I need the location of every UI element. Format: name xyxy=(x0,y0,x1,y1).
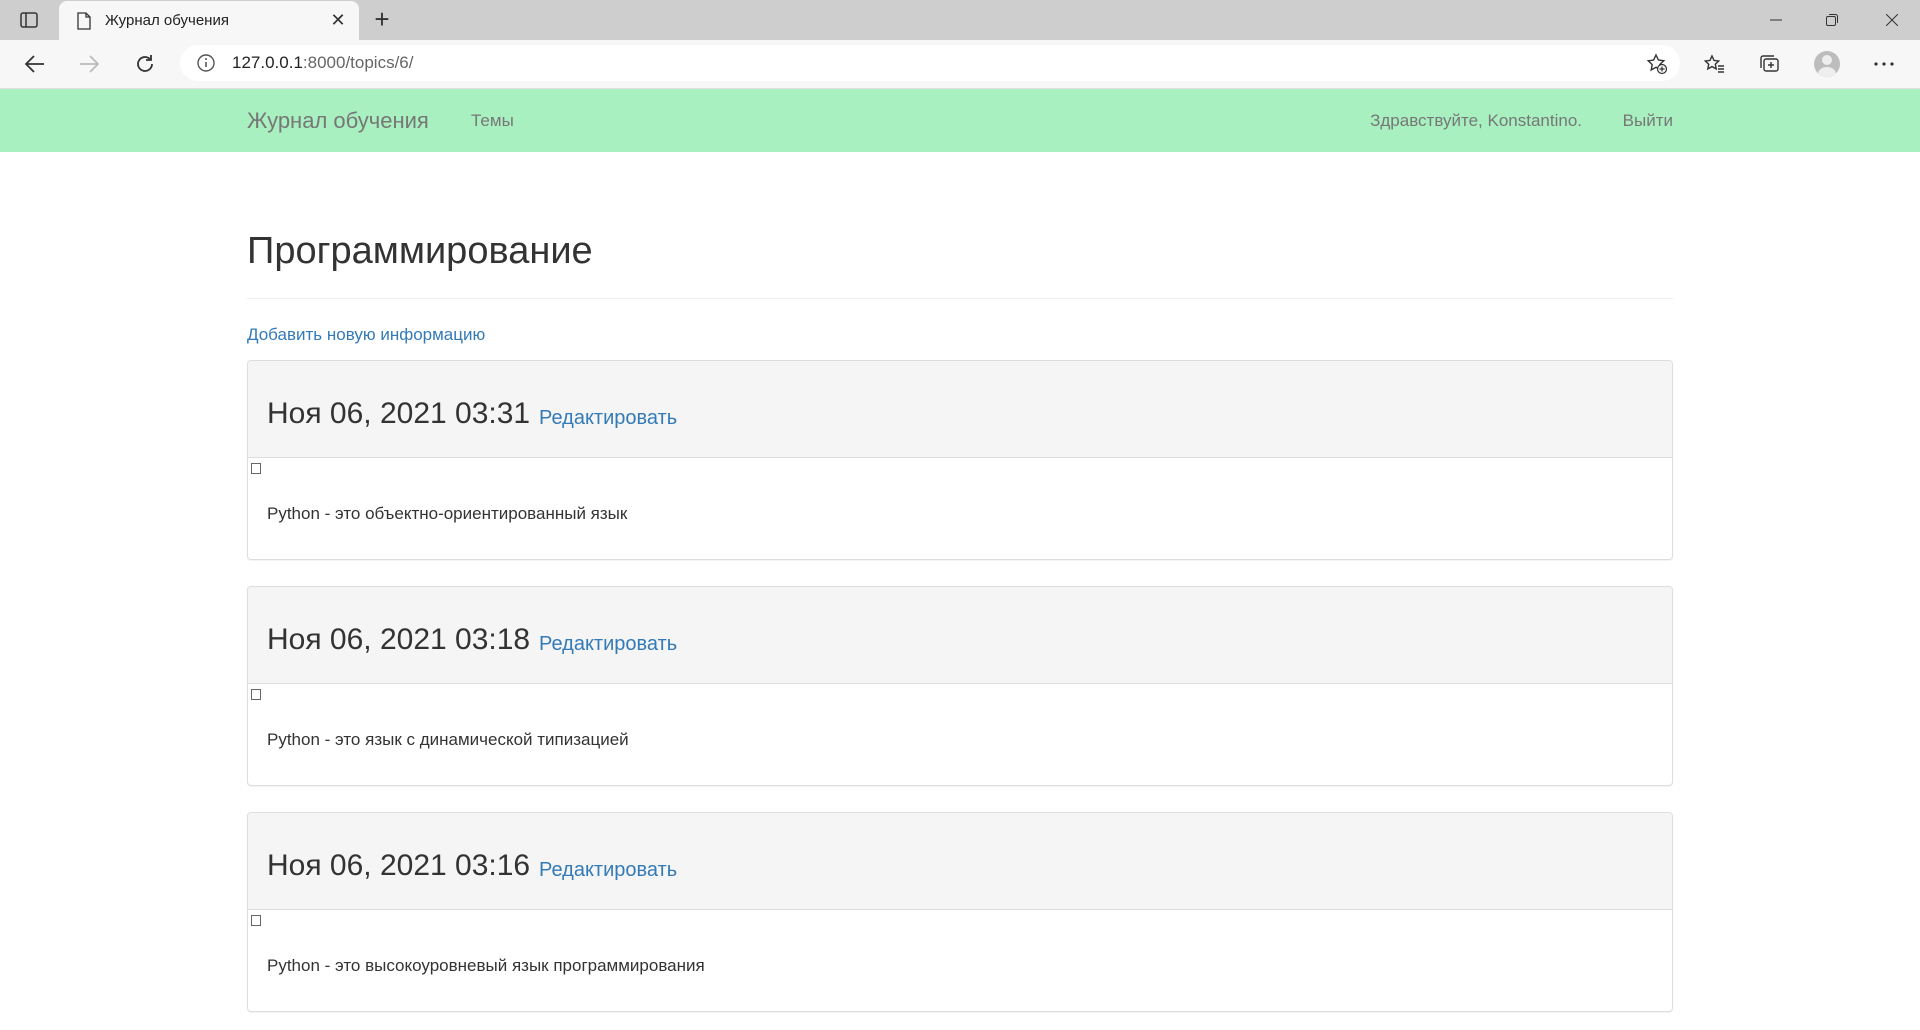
site-navbar: Журнал обучения Темы Здравствуйте, Konst… xyxy=(0,89,1920,152)
favorites-icon[interactable] xyxy=(1697,48,1731,80)
edit-entry-link[interactable]: Редактировать xyxy=(539,859,677,882)
site-info-icon[interactable] xyxy=(196,53,216,73)
broken-image-icon xyxy=(251,915,261,926)
tab-close-icon[interactable]: ✕ xyxy=(325,10,351,31)
nav-topics-link[interactable]: Темы xyxy=(471,111,514,131)
url-text: 127.0.0.1:8000/topics/6/ xyxy=(232,53,413,73)
tab-title: Журнал обучения xyxy=(105,12,229,29)
forward-icon xyxy=(72,48,106,80)
broken-image-icon xyxy=(251,689,261,700)
page-title: Программирование xyxy=(247,230,593,272)
entry-text: Python - это объектно-ориентированный яз… xyxy=(267,504,628,523)
entry-panel: Ноя 06, 2021 03:31 Редактировать Python … xyxy=(247,360,1673,560)
tab-actions-icon[interactable] xyxy=(14,8,44,32)
url-bar[interactable]: 127.0.0.1:8000/topics/6/ xyxy=(180,45,1680,81)
refresh-icon[interactable] xyxy=(128,48,162,80)
close-window-icon[interactable] xyxy=(1864,0,1920,40)
address-toolbar: 127.0.0.1:8000/topics/6/ xyxy=(0,40,1920,89)
entry-body: Python - это высокоуровневый язык програ… xyxy=(248,910,1672,1011)
entry-panel: Ноя 06, 2021 03:18 Редактировать Python … xyxy=(247,586,1673,786)
entry-panel: Ноя 06, 2021 03:16 Редактировать Python … xyxy=(247,812,1673,1012)
entry-date: Ноя 06, 2021 03:18 xyxy=(267,623,531,656)
broken-image-icon xyxy=(251,463,261,474)
back-icon[interactable] xyxy=(18,48,52,80)
add-favorite-icon[interactable] xyxy=(1646,53,1668,80)
entry-heading: Ноя 06, 2021 03:18 Редактировать xyxy=(248,587,1672,684)
brand-link[interactable]: Журнал обучения xyxy=(247,108,429,134)
title-divider xyxy=(247,298,1673,299)
entry-body: Python - это объектно-ориентированный яз… xyxy=(248,458,1672,559)
user-greeting: Здравствуйте, Konstantino. xyxy=(1370,111,1582,130)
new-tab-icon[interactable]: + xyxy=(368,6,396,34)
main-content: Программирование Добавить новую информац… xyxy=(247,152,1673,1012)
url-path: :8000/topics/6/ xyxy=(302,53,414,72)
url-host: 127.0.0.1 xyxy=(232,53,303,72)
restore-icon[interactable] xyxy=(1804,0,1860,40)
entry-body: Python - это язык с динамической типизац… xyxy=(248,684,1672,785)
minimize-icon[interactable] xyxy=(1748,0,1804,40)
entry-heading: Ноя 06, 2021 03:16 Редактировать xyxy=(248,813,1672,910)
entry-heading: Ноя 06, 2021 03:31 Редактировать xyxy=(248,361,1672,458)
browser-tab-bar: Журнал обучения ✕ + xyxy=(0,0,1920,40)
entry-date: Ноя 06, 2021 03:16 xyxy=(267,849,531,882)
edit-entry-link[interactable]: Редактировать xyxy=(539,407,677,430)
add-entry-link[interactable]: Добавить новую информацию xyxy=(247,325,485,345)
edit-entry-link[interactable]: Редактировать xyxy=(539,633,677,656)
logout-link[interactable]: Выйти xyxy=(1623,111,1673,131)
browser-tab[interactable]: Журнал обучения ✕ xyxy=(59,1,359,40)
entry-date: Ноя 06, 2021 03:31 xyxy=(267,397,531,430)
profile-avatar[interactable] xyxy=(1810,48,1844,80)
entry-text: Python - это высокоуровневый язык програ… xyxy=(267,956,705,975)
more-menu-icon[interactable] xyxy=(1867,48,1901,80)
page-icon xyxy=(74,11,94,30)
collections-icon[interactable] xyxy=(1753,48,1787,80)
entry-text: Python - это язык с динамической типизац… xyxy=(267,730,629,749)
